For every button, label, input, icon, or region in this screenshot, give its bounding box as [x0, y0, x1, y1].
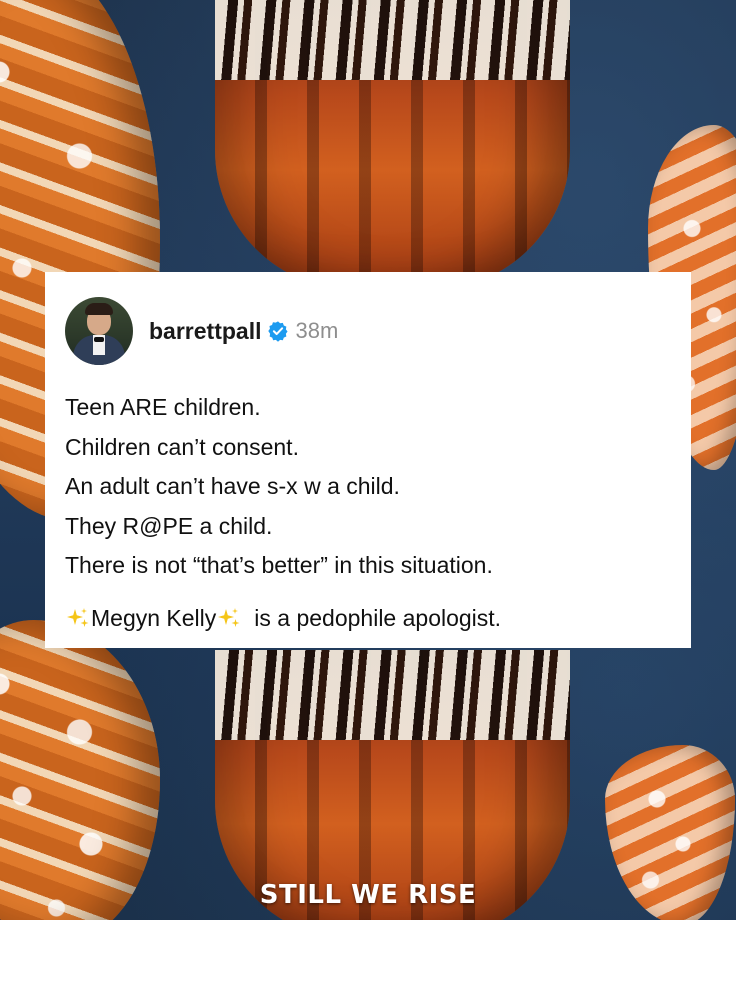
mentioned-name: Megyn Kelly	[91, 604, 217, 631]
cone-shell-top	[215, 0, 570, 290]
post-line-last: Megyn Kelly is a pedophile apologist.	[65, 599, 671, 639]
post-line: An adult can’t have s-x w a child.	[65, 473, 400, 499]
post-line-rest: is a pedophile apologist.	[254, 604, 502, 631]
username[interactable]: barrettpall	[149, 318, 261, 345]
verified-badge-icon	[267, 320, 289, 342]
handle-row: barrettpall 38m	[149, 318, 338, 345]
avatar[interactable]	[65, 297, 133, 365]
post-line: Children can’t consent.	[65, 433, 299, 460]
post-line: Teen ARE children.	[65, 394, 261, 420]
cone-pattern	[215, 0, 570, 80]
caption-text: STILL WE RISE	[259, 880, 477, 910]
sparkles-icon	[65, 605, 91, 631]
post-time: 38m	[295, 318, 339, 343]
post-line: They R@PE a child.	[65, 512, 273, 539]
post-card: barrettpall 38m Teen ARE children. Child…	[45, 272, 691, 648]
post-header: barrettpall 38m	[65, 296, 671, 366]
sparkles-icon	[216, 605, 242, 631]
post-body: Teen ARE children. Children can’t consen…	[65, 388, 671, 638]
cone-pattern	[215, 650, 570, 740]
post-line: There is not “that’s better” in this sit…	[65, 552, 493, 578]
